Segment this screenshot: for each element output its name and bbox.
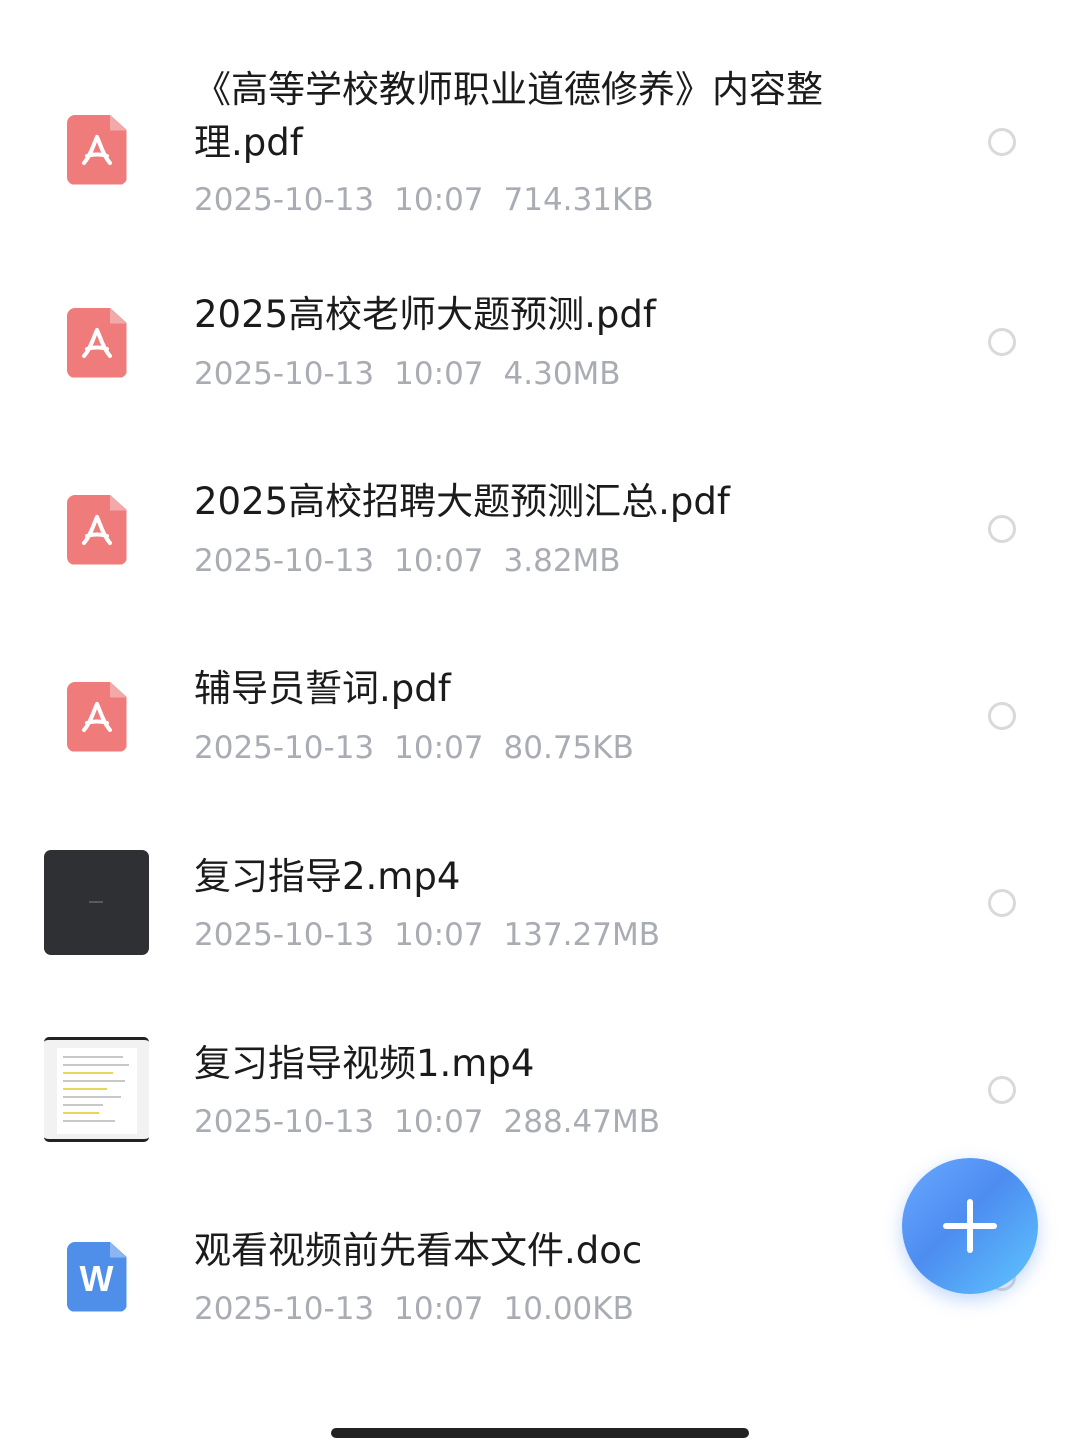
file-size: 80.75KB [503, 730, 634, 766]
file-name: 辅导员誓词.pdf [194, 667, 451, 710]
file-meta: 2025-10-13 10:07 288.47MB [194, 1102, 680, 1142]
pdf-icon [44, 97, 149, 202]
file-row[interactable]: 2025高校老师大题预测.pdf 2025-10-13 10:07 4.30MB [0, 290, 1080, 410]
word-icon: W [44, 1224, 149, 1329]
file-time: 10:07 [394, 1104, 484, 1140]
file-row[interactable]: 复习指导2.mp4 2025-10-13 10:07 137.27MB [0, 850, 1080, 970]
select-radio[interactable] [988, 128, 1016, 156]
select-radio[interactable] [988, 702, 1016, 730]
video-thumbnail [44, 850, 149, 955]
file-meta: 2025-10-13 10:07 10.00KB [194, 1289, 654, 1329]
pdf-icon [44, 477, 149, 582]
file-size: 10.00KB [503, 1291, 634, 1327]
home-indicator[interactable] [331, 1428, 749, 1438]
select-radio[interactable] [988, 1076, 1016, 1104]
file-row[interactable]: 辅导员誓词.pdf 2025-10-13 10:07 80.75KB [0, 664, 1080, 784]
file-date: 2025-10-13 [194, 1104, 375, 1140]
file-meta: 2025-10-13 10:07 3.82MB [194, 541, 641, 581]
file-name: 观看视频前先看本文件.doc [194, 1229, 643, 1272]
file-browser-screen: 《高等学校教师职业道德修养》内容整理.pdf 2025-10-13 10:07 71… [0, 0, 1080, 1440]
file-time: 10:07 [394, 356, 484, 392]
file-time: 10:07 [394, 543, 484, 579]
file-size: 4.30MB [503, 356, 621, 392]
file-size: 288.47MB [503, 1104, 660, 1140]
file-date: 2025-10-13 [194, 356, 375, 392]
file-time: 10:07 [394, 917, 484, 953]
file-meta: 2025-10-13 10:07 80.75KB [194, 728, 654, 768]
file-name: 复习指导2.mp4 [194, 855, 461, 898]
file-time: 10:07 [394, 182, 484, 218]
file-row[interactable]: 《高等学校教师职业道德修养》内容整理.pdf 2025-10-13 10:07 71… [0, 60, 1080, 230]
file-size: 3.82MB [503, 543, 621, 579]
select-radio[interactable] [988, 328, 1016, 356]
file-date: 2025-10-13 [194, 730, 375, 766]
file-row[interactable]: 2025高校招聘大题预测汇总.pdf 2025-10-13 10:07 3.82MB [0, 477, 1080, 597]
file-name: 复习指导视频1.mp4 [194, 1042, 535, 1085]
file-name: 《高等学校教师职业道德修养》内容整理.pdf [194, 68, 823, 164]
file-time: 10:07 [394, 730, 484, 766]
pdf-icon [44, 290, 149, 395]
file-time: 10:07 [394, 1291, 484, 1327]
video-thumbnail [44, 1037, 149, 1142]
file-meta: 2025-10-13 10:07 137.27MB [194, 915, 680, 955]
file-row[interactable]: 复习指导视频1.mp4 2025-10-13 10:07 288.47MB [0, 1037, 1080, 1157]
select-radio[interactable] [988, 515, 1016, 543]
add-button[interactable] [902, 1158, 1038, 1294]
file-size: 137.27MB [503, 917, 660, 953]
file-date: 2025-10-13 [194, 543, 375, 579]
file-meta: 2025-10-13 10:07 714.31KB [194, 180, 674, 220]
file-size: 714.31KB [503, 182, 654, 218]
pdf-icon [44, 664, 149, 769]
select-radio[interactable] [988, 889, 1016, 917]
file-meta: 2025-10-13 10:07 4.30MB [194, 354, 641, 394]
file-date: 2025-10-13 [194, 917, 375, 953]
file-date: 2025-10-13 [194, 182, 375, 218]
file-date: 2025-10-13 [194, 1291, 375, 1327]
file-name: 2025高校招聘大题预测汇总.pdf [194, 480, 730, 523]
file-name: 2025高校老师大题预测.pdf [194, 293, 656, 336]
